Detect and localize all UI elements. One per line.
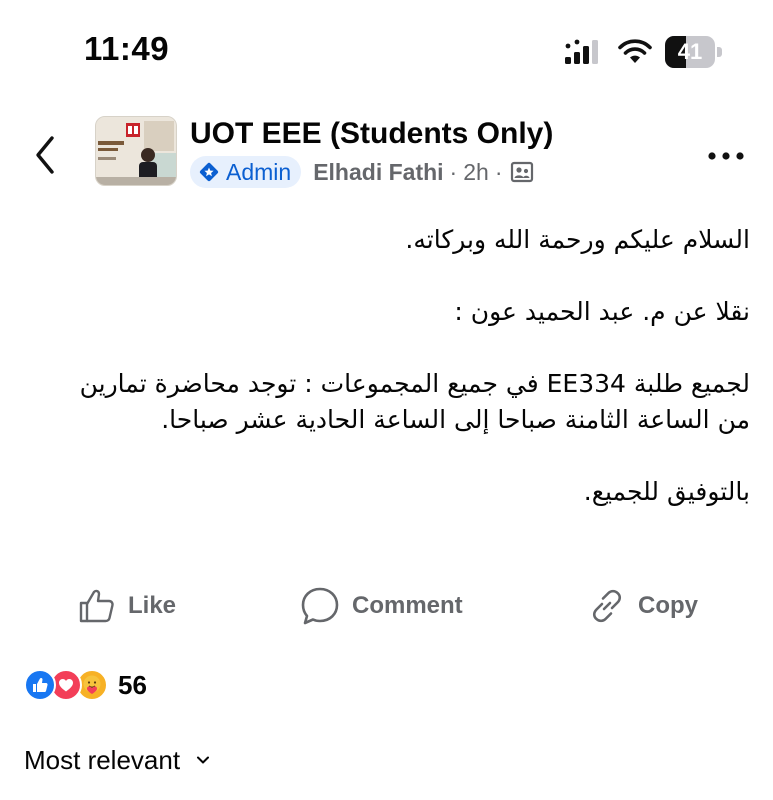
thumbs-up-icon	[79, 589, 114, 623]
status-bar: 11:49 41	[0, 0, 773, 100]
admin-badge[interactable]: Admin	[190, 156, 302, 188]
copy-link-button[interactable]: Copy	[588, 582, 698, 630]
comment-sort-dropdown[interactable]: Most relevant	[24, 742, 210, 778]
battery-level: 41	[677, 39, 703, 64]
post-actions-bar: Like Comment Copy	[0, 582, 773, 630]
cellular-signal-icon	[565, 39, 598, 64]
group-audience-icon	[511, 161, 534, 183]
comment-bubble-icon	[301, 587, 339, 625]
reactions-count: 56	[118, 669, 147, 700]
chevron-down-icon	[197, 756, 210, 764]
post-paragraph: السلام عليكم ورحمة الله وبركاته.	[405, 225, 750, 254]
post-paragraph: لجميع طلبة EE334 في جميع المجموعات : توج…	[79, 369, 750, 434]
post-paragraph: نقلا عن م. عبد الحميد عون :	[454, 297, 750, 326]
link-icon	[592, 589, 622, 623]
sort-label: Most relevant	[24, 744, 181, 775]
meta-separator: ·	[494, 158, 503, 185]
copy-label: Copy	[638, 592, 698, 619]
battery-cap	[717, 47, 722, 57]
reactions-summary[interactable]: 56	[24, 668, 147, 702]
admin-shield-icon	[199, 162, 219, 182]
group-name[interactable]: UOT EEE (Students Only)	[190, 117, 553, 151]
post-meta: Admin Elhadi Fathi · 2h ·	[190, 156, 534, 188]
post-timestamp[interactable]: 2h	[463, 159, 489, 186]
like-label: Like	[128, 592, 177, 619]
more-options-icon[interactable]	[706, 148, 746, 164]
comment-button[interactable]: Comment	[300, 582, 463, 630]
admin-label: Admin	[226, 158, 292, 185]
author-name[interactable]: Elhadi Fathi	[313, 159, 443, 186]
post-body: السلام عليكم ورحمة الله وبركاته. نقلا عن…	[60, 222, 750, 510]
wifi-icon	[618, 39, 652, 63]
battery-body: 41	[665, 36, 715, 68]
back-arrow-icon[interactable]	[28, 130, 62, 180]
group-avatar-image	[96, 117, 176, 185]
post-paragraph: بالتوفيق للجميع.	[583, 477, 750, 506]
battery-icon: 41	[665, 36, 723, 68]
comment-label: Comment	[352, 592, 463, 619]
meta-separator: ·	[449, 158, 458, 185]
group-avatar[interactable]	[95, 116, 177, 186]
like-button[interactable]: Like	[78, 582, 176, 630]
status-time: 11:49	[84, 30, 170, 67]
like-reaction-icon	[24, 669, 56, 701]
